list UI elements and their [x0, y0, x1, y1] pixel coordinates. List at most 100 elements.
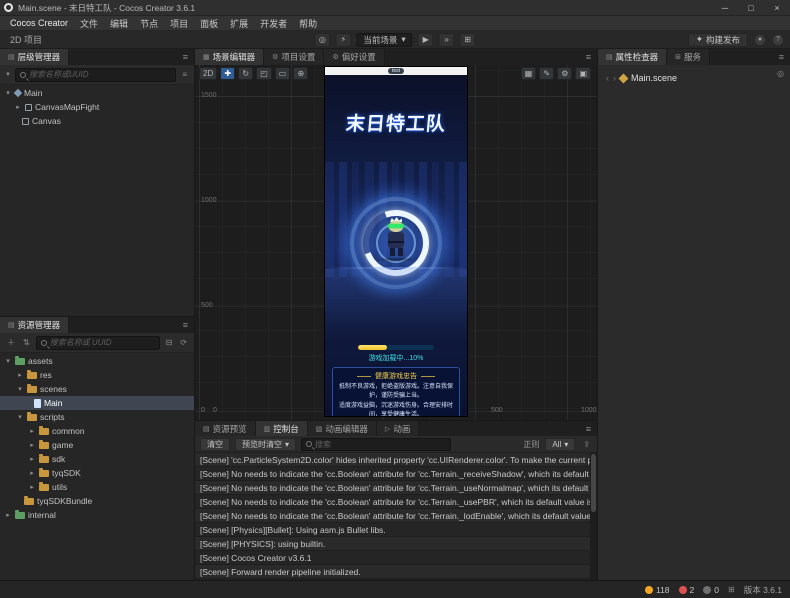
muted-counter[interactable]: 0: [703, 585, 719, 595]
menu-project[interactable]: 项目: [164, 16, 194, 30]
hierarchy-menu-icon[interactable]: ≡: [177, 49, 194, 65]
back-icon[interactable]: ‹: [606, 73, 609, 83]
asset-row-tyqsdk[interactable]: ▸ tyqSDK: [0, 466, 194, 480]
log-entry[interactable]: [Scene] [PHYSICS]: using builtin.: [195, 537, 597, 551]
editor-menu-icon[interactable]: ≡: [580, 49, 597, 65]
clear-console-button[interactable]: 清空: [200, 438, 230, 451]
chevron-down-icon[interactable]: ▾: [4, 89, 12, 97]
maximize-button[interactable]: □: [738, 0, 764, 16]
asset-row-res[interactable]: ▸ res: [0, 368, 194, 382]
tab-scene-editor[interactable]: ▦ 场景编辑器: [195, 49, 264, 65]
scrollbar-thumb[interactable]: [591, 454, 596, 512]
current-scene-dropdown[interactable]: 当前场景 ▾: [356, 33, 412, 47]
log-entry[interactable]: [Scene] Cocos Creator v3.6.1: [195, 551, 597, 565]
chevron-down-icon[interactable]: ▾: [16, 413, 24, 421]
sort-icon[interactable]: ⇅: [21, 338, 32, 347]
hierarchy-node-main[interactable]: ▾ Main: [0, 86, 194, 100]
menu-node[interactable]: 节点: [134, 16, 164, 30]
log-entry[interactable]: [Scene] Forward render pipeline initiali…: [195, 565, 597, 579]
rect-tool-icon[interactable]: ▭: [275, 67, 291, 80]
move-tool-icon[interactable]: ✚: [220, 67, 235, 80]
refresh-icon[interactable]: ⟳: [178, 338, 189, 347]
menu-panel[interactable]: 面板: [194, 16, 224, 30]
inspected-node-row[interactable]: ‹ › Main.scene: [598, 71, 790, 85]
asset-row-utils[interactable]: ▸ utils: [0, 480, 194, 494]
scale-tool-icon[interactable]: ◰: [256, 67, 272, 80]
log-entry[interactable]: [Scene] No needs to indicate the 'cc.Boo…: [195, 467, 597, 481]
console-scrollbar[interactable]: [590, 453, 597, 580]
assets-search-input[interactable]: [50, 338, 155, 347]
asset-row-assets[interactable]: ▾ assets: [0, 354, 194, 368]
warning-counter[interactable]: 118: [645, 585, 670, 595]
step-button[interactable]: »: [439, 33, 455, 47]
log-entry[interactable]: [Scene] [Physics][Bullet]: Using asm.js …: [195, 523, 597, 537]
build-publish-button[interactable]: ✦ 构建发布: [688, 33, 748, 47]
chevron-right-icon[interactable]: ▸: [28, 427, 36, 435]
log-entry[interactable]: [Scene] 'cc.ParticleSystem2D.color' hide…: [195, 453, 597, 467]
hierarchy-search-input[interactable]: [29, 70, 171, 79]
minimize-button[interactable]: ─: [712, 0, 738, 16]
user-avatar[interactable]: ●: [754, 34, 766, 46]
gizmo-settings-icon[interactable]: ▦: [521, 67, 537, 80]
hierarchy-node-canvas[interactable]: Canvas: [0, 114, 194, 128]
hierarchy-node-canvasmapfight[interactable]: ▸ CanvasMapFight: [0, 100, 194, 114]
log-entry[interactable]: [Scene] No needs to indicate the 'cc.Boo…: [195, 495, 597, 509]
console-search-input[interactable]: [315, 440, 446, 449]
tab-console[interactable]: ▥ 控制台: [256, 421, 308, 436]
assets-tab[interactable]: ▤ 资源管理器: [0, 317, 69, 333]
chevron-right-icon[interactable]: ▸: [28, 483, 36, 491]
assets-menu-icon[interactable]: ≡: [177, 317, 194, 333]
hierarchy-options-icon[interactable]: ≡: [180, 70, 189, 79]
chevron-right-icon[interactable]: ▸: [4, 511, 12, 519]
error-counter[interactable]: 2: [679, 585, 695, 595]
asset-row-tyqsdkbundle[interactable]: tyqSDKBundle: [0, 494, 194, 508]
pin-icon[interactable]: ◎: [777, 69, 784, 78]
scene-viewport[interactable]: 2D ✚ ↻ ◰ ▭ ⊕ ▦ ✎ ⚙ ▣ 1500 1000 500 0: [195, 65, 597, 420]
fullscreen-icon[interactable]: ▣: [575, 67, 591, 80]
tab-animation[interactable]: ▷ 动画: [377, 421, 419, 436]
chevron-right-icon[interactable]: ▸: [28, 455, 36, 463]
menu-extension[interactable]: 扩展: [224, 16, 254, 30]
chevron-down-icon[interactable]: ▾: [4, 357, 12, 365]
chevron-right-icon[interactable]: ▸: [28, 469, 36, 477]
menu-file[interactable]: 文件: [74, 16, 104, 30]
chevron-right-icon[interactable]: ▸: [14, 103, 22, 111]
asset-row-internal[interactable]: ▸ internal: [0, 508, 194, 522]
asset-row-game[interactable]: ▸ game: [0, 438, 194, 452]
tab-service[interactable]: ⊞ 服务: [667, 49, 710, 65]
rotate-tool-icon[interactable]: ↻: [238, 67, 253, 80]
tab-inspector[interactable]: ▤ 属性检查器: [598, 49, 667, 65]
layout-button[interactable]: ⊞: [460, 33, 476, 47]
forward-icon[interactable]: ›: [613, 73, 616, 83]
collapse-all-icon[interactable]: ⊟: [164, 338, 175, 347]
hierarchy-tab[interactable]: ▤ 层级管理器: [0, 49, 69, 65]
inspector-menu-icon[interactable]: ≡: [773, 49, 790, 65]
asset-row-scripts[interactable]: ▾ scripts: [0, 410, 194, 424]
filter-icon[interactable]: ▼: [5, 72, 11, 78]
clear-mode-dropdown[interactable]: 预览时清空 ▾: [235, 438, 296, 451]
console-menu-icon[interactable]: ≡: [580, 421, 597, 436]
menu-developer[interactable]: 开发者: [254, 16, 293, 30]
chevron-right-icon[interactable]: ▸: [16, 371, 24, 379]
log-entry[interactable]: [Scene] No needs to indicate the 'cc.Boo…: [195, 481, 597, 495]
asset-row-main-scene[interactable]: Main: [0, 396, 194, 410]
log-level-dropdown[interactable]: All ▾: [545, 438, 575, 451]
quick-run-icon[interactable]: ⚡: [335, 33, 351, 47]
scene-gear-icon[interactable]: ⚙: [557, 67, 572, 80]
tab-project-settings[interactable]: ⚙ 项目设置: [264, 49, 324, 65]
pen-tool-icon[interactable]: ✎: [539, 67, 554, 80]
regex-toggle[interactable]: 正则: [523, 439, 539, 450]
log-entry[interactable]: [Scene] No needs to indicate the 'cc.Boo…: [195, 509, 597, 523]
anchor-tool-icon[interactable]: ⊕: [293, 67, 308, 80]
tab-preferences[interactable]: ⚙ 偏好设置: [324, 49, 384, 65]
help-button[interactable]: ?: [772, 34, 784, 46]
chevron-down-icon[interactable]: ▾: [16, 385, 24, 393]
menu-help[interactable]: 帮助: [293, 16, 323, 30]
add-asset-icon[interactable]: ＋: [5, 337, 17, 348]
close-button[interactable]: ×: [764, 0, 790, 16]
menu-cocos-creator[interactable]: Cocos Creator: [4, 16, 74, 30]
preview-device-icon[interactable]: ◎: [314, 33, 330, 47]
tab-asset-preview[interactable]: ▤ 资源预览: [195, 421, 256, 436]
grid-icon[interactable]: ⊞: [728, 585, 735, 594]
toggle-2d-button[interactable]: 2D: [199, 67, 217, 80]
